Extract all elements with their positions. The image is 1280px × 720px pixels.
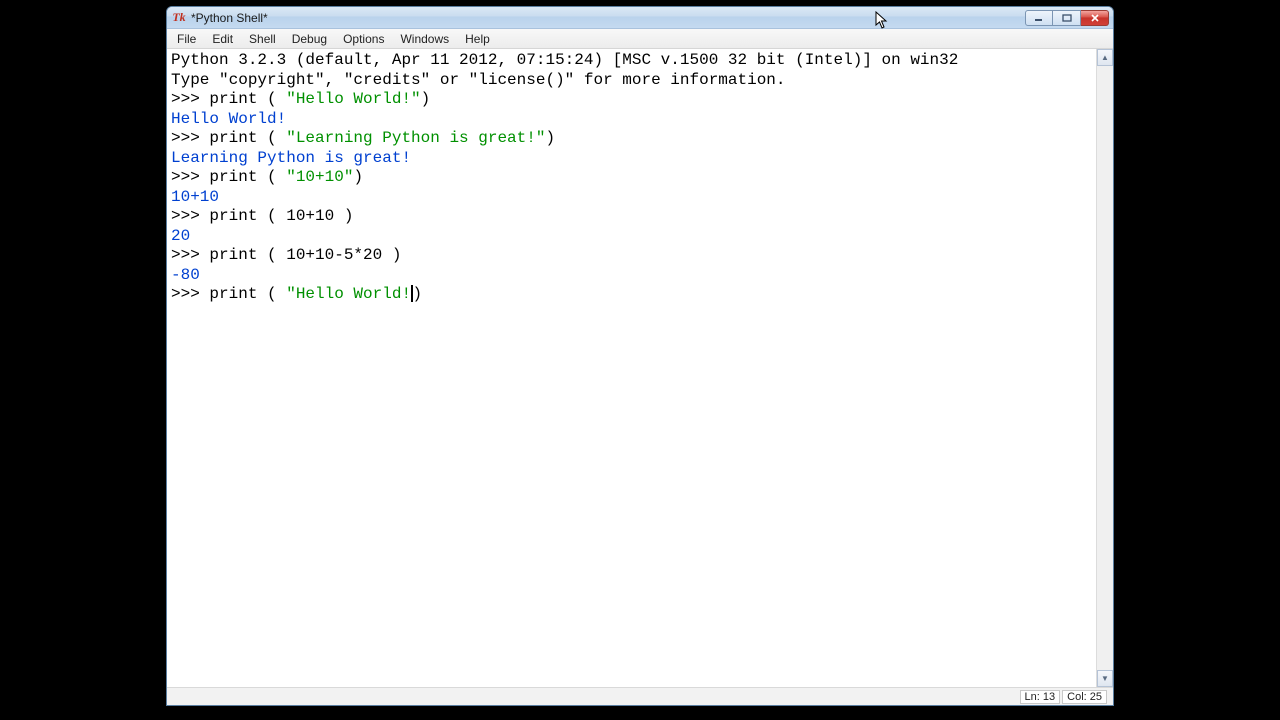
shell-editor[interactable]: Python 3.2.3 (default, Apr 11 2012, 07:1…: [167, 49, 1096, 687]
menu-options[interactable]: Options: [335, 29, 392, 48]
menu-shell[interactable]: Shell: [241, 29, 284, 48]
maximize-button[interactable]: [1053, 10, 1081, 26]
status-line: Ln: 13: [1020, 690, 1061, 704]
tk-icon: Tk: [171, 10, 187, 26]
menu-debug[interactable]: Debug: [284, 29, 335, 48]
statusbar: Ln: 13 Col: 25: [167, 687, 1113, 705]
status-col: Col: 25: [1062, 690, 1107, 704]
menu-edit[interactable]: Edit: [204, 29, 241, 48]
window-controls: [1025, 10, 1109, 26]
scroll-up-button[interactable]: ▲: [1097, 49, 1113, 66]
close-button[interactable]: [1081, 10, 1109, 26]
menu-help[interactable]: Help: [457, 29, 498, 48]
vertical-scrollbar[interactable]: ▲ ▼: [1096, 49, 1113, 687]
menubar: File Edit Shell Debug Options Windows He…: [167, 29, 1113, 49]
content-area: Python 3.2.3 (default, Apr 11 2012, 07:1…: [167, 49, 1113, 687]
python-shell-window: Tk *Python Shell* File Edit Shell Debug …: [166, 6, 1114, 706]
scroll-track[interactable]: [1097, 66, 1113, 670]
menu-file[interactable]: File: [169, 29, 204, 48]
minimize-button[interactable]: [1025, 10, 1053, 26]
scroll-down-button[interactable]: ▼: [1097, 670, 1113, 687]
window-title: *Python Shell*: [191, 11, 1025, 25]
titlebar[interactable]: Tk *Python Shell*: [167, 7, 1113, 29]
menu-windows[interactable]: Windows: [392, 29, 457, 48]
